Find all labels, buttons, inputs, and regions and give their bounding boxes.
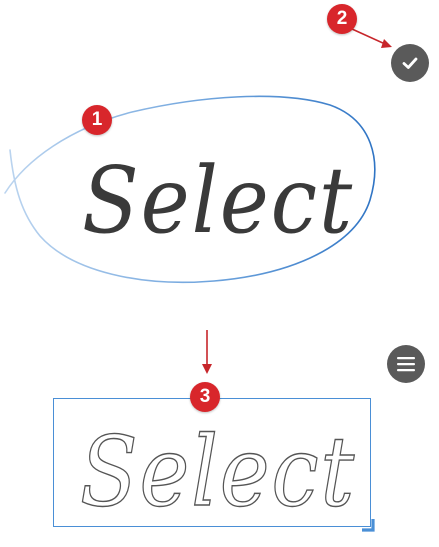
resize-handle[interactable] — [362, 519, 376, 533]
outline-select-text: Select — [80, 416, 356, 528]
step-badge-3: 3 — [190, 382, 220, 412]
outlined-ink: Select — [79, 415, 356, 528]
resize-corner-icon — [362, 519, 375, 532]
